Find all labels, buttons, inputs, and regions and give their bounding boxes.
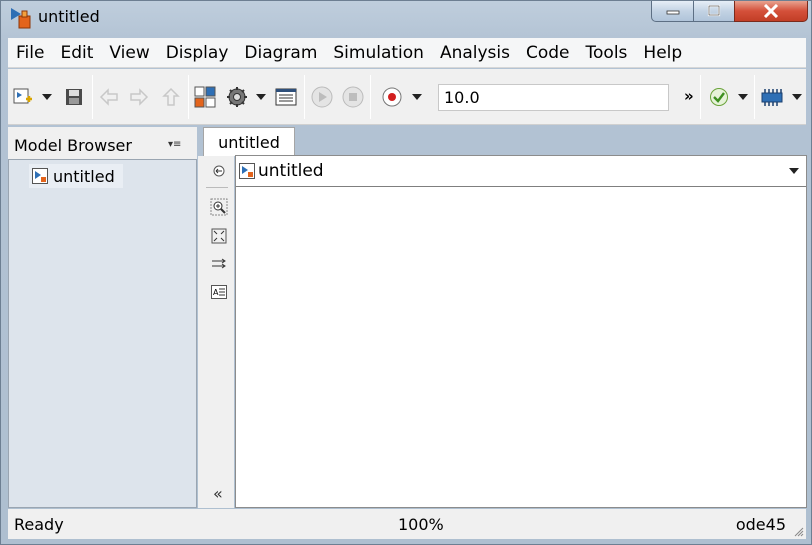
zoom-button[interactable]	[210, 198, 228, 216]
model-browser-title: Model Browser	[14, 136, 132, 155]
tree-item-untitled[interactable]: untitled	[29, 164, 123, 188]
fit-view-icon	[211, 228, 227, 244]
chevron-down-icon	[412, 94, 422, 100]
record-icon	[382, 87, 402, 107]
up-icon	[162, 87, 180, 106]
app-icon	[11, 8, 31, 29]
close-icon	[763, 4, 779, 18]
model-advisor-button[interactable]	[708, 83, 730, 111]
toolbar-separator	[370, 75, 371, 119]
model-settings-button[interactable]	[225, 83, 249, 111]
explorer-icon	[275, 88, 297, 106]
back-icon	[99, 88, 118, 106]
chevron-down-icon	[792, 94, 802, 100]
model-icon	[32, 168, 48, 184]
back-button[interactable]	[98, 83, 120, 111]
chevron-down-icon	[738, 94, 748, 100]
tool-strip-divider	[206, 187, 228, 188]
window: untitled File Edit View Display Diagram …	[0, 0, 812, 545]
model-settings-icon	[227, 87, 247, 107]
new-model-dropdown[interactable]	[40, 83, 54, 111]
nav-up-button[interactable]	[210, 162, 228, 180]
stop-button[interactable]	[341, 83, 365, 111]
explorer-button[interactable]	[274, 83, 298, 111]
menu-file[interactable]: File	[8, 38, 52, 68]
menu-diagram[interactable]: Diagram	[236, 38, 325, 68]
toolbar-separator	[188, 75, 189, 119]
resize-grip-icon[interactable]	[794, 527, 804, 537]
run-icon	[311, 86, 333, 108]
library-browser-icon	[194, 86, 216, 108]
stop-time-input[interactable]	[438, 84, 669, 111]
menu-analysis[interactable]: Analysis	[432, 38, 518, 68]
forward-button[interactable]	[128, 83, 150, 111]
zoom-icon	[210, 198, 228, 216]
fit-view-button[interactable]	[210, 227, 228, 245]
toolbar-separator	[92, 75, 93, 119]
hardware-dropdown[interactable]	[790, 83, 804, 111]
status-text: Ready	[14, 515, 64, 534]
up-button[interactable]	[160, 83, 182, 111]
model-browser-panel: untitled	[8, 159, 197, 508]
annotation-button[interactable]: A	[210, 283, 228, 301]
menu-bar: File Edit View Display Diagram Simulatio…	[8, 38, 806, 68]
canvas-tool-strip: A	[198, 156, 234, 508]
chevron-down-icon	[42, 94, 52, 100]
title-bar[interactable]: untitled	[1, 1, 811, 37]
zoom-level: 100%	[398, 515, 444, 534]
toolbar-separator	[754, 75, 755, 119]
new-model-button[interactable]	[12, 83, 34, 111]
tree-item-label: untitled	[53, 166, 115, 186]
svg-text:A: A	[213, 288, 219, 297]
diagram-canvas[interactable]: untitled	[235, 155, 807, 508]
forward-icon	[130, 88, 149, 106]
menu-view[interactable]: View	[101, 38, 157, 68]
menu-edit[interactable]: Edit	[52, 38, 101, 68]
model-browser-header: Model Browser ▾≡	[8, 127, 197, 159]
maximize-icon	[707, 4, 721, 17]
toolbar-separator	[700, 75, 701, 119]
model-address-bar[interactable]: untitled	[236, 156, 806, 187]
menu-help[interactable]: Help	[635, 38, 690, 68]
solver-name[interactable]: ode45	[736, 515, 786, 534]
check-icon	[710, 88, 728, 106]
model-browser-menu-button[interactable]: ▾≡	[168, 139, 181, 150]
save-button[interactable]	[63, 83, 85, 111]
minimize-icon	[666, 10, 679, 15]
new-model-icon	[13, 88, 32, 104]
save-icon	[66, 89, 82, 105]
model-icon	[239, 163, 255, 179]
signal-routing-icon	[212, 258, 226, 269]
address-path: untitled	[258, 161, 324, 181]
nav-up-icon	[213, 165, 225, 177]
record-dropdown[interactable]	[410, 83, 424, 111]
minimize-button[interactable]	[651, 1, 694, 22]
toolbar-overflow-button[interactable]: »	[684, 87, 694, 105]
maximize-button[interactable]	[693, 1, 735, 22]
annotation-icon: A	[211, 285, 227, 299]
hardware-button[interactable]	[760, 83, 784, 111]
toolbar: »	[8, 69, 806, 125]
model-settings-dropdown[interactable]	[254, 83, 268, 111]
close-button[interactable]	[734, 1, 808, 22]
window-title: untitled	[38, 7, 100, 26]
toolbar-separator	[304, 75, 305, 119]
tab-untitled[interactable]: untitled	[203, 127, 295, 156]
hardware-icon	[761, 89, 783, 106]
stop-icon	[342, 86, 364, 108]
signal-routing-button[interactable]	[210, 255, 228, 273]
record-button[interactable]	[380, 83, 404, 111]
collapse-browser-button[interactable]: «	[213, 484, 223, 503]
editor-tab-strip: untitled	[198, 127, 806, 156]
menu-simulation[interactable]: Simulation	[325, 38, 432, 68]
run-button[interactable]	[310, 83, 334, 111]
menu-code[interactable]: Code	[518, 38, 578, 68]
chevron-down-icon[interactable]	[789, 168, 799, 174]
chevron-down-icon	[256, 94, 266, 100]
menu-tools[interactable]: Tools	[578, 38, 636, 68]
model-advisor-dropdown[interactable]	[736, 83, 750, 111]
menu-display[interactable]: Display	[158, 38, 237, 68]
status-bar: Ready 100% ode45	[8, 509, 806, 539]
library-browser-button[interactable]	[194, 83, 216, 111]
